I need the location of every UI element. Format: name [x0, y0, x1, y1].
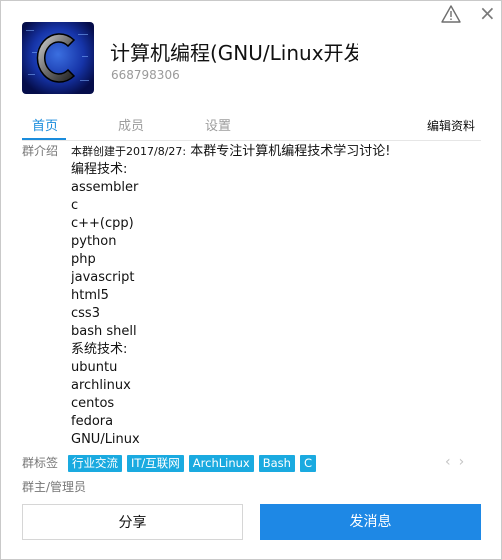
intro-line: html5 [71, 288, 109, 303]
tag-prev-icon[interactable]: ‹ [445, 454, 459, 470]
intro-line: c [71, 198, 79, 213]
tag-scroll-arrows: ‹› [445, 454, 472, 470]
close-icon[interactable]: × [479, 3, 496, 23]
group-tag[interactable]: Bash [258, 455, 295, 472]
intro-line: c++(cpp) [71, 216, 134, 231]
intro-label: 群介绍 [22, 144, 59, 158]
intro-line: centos [71, 396, 115, 411]
group-name: 计算机编程(GNU/Linux开发平台 [110, 41, 358, 65]
tag-list: 行业交流 IT/互联网 ArchLinux Bash C [68, 455, 316, 472]
admins-label: 群主/管理员 [22, 480, 87, 494]
intro-line: 编程技术: [71, 162, 128, 177]
intro-line: bash shell [71, 324, 137, 339]
active-tab-indicator [22, 138, 66, 140]
intro-line: javascript [71, 270, 135, 285]
tab-settings[interactable]: 设置 [205, 115, 231, 134]
intro-first-line: 本群创建于2017/8/27: 本群专注计算机编程技术学习讨论! [71, 143, 481, 161]
intro-line: php [71, 252, 96, 267]
intro-line: 系统技术: [71, 342, 128, 357]
group-introduction: 本群创建于2017/8/27: 本群专注计算机编程技术学习讨论! 编程技术: as… [71, 143, 481, 448]
tabs-divider [22, 140, 481, 141]
c-language-logo [22, 22, 94, 94]
tab-home[interactable]: 首页 [32, 115, 58, 134]
group-id: 668798306 [111, 68, 180, 82]
tags-label: 群标签 [22, 456, 59, 470]
group-tag[interactable]: ArchLinux [188, 455, 254, 472]
intro-line: python [71, 234, 117, 249]
intro-slogan: 本群专注计算机编程技术学习讨论! [190, 144, 391, 159]
send-message-button[interactable]: 发消息 [260, 504, 481, 540]
intro-line: assembler [71, 180, 139, 195]
group-tag[interactable]: IT/互联网 [127, 455, 184, 472]
group-tag[interactable]: 行业交流 [68, 455, 122, 472]
edit-profile-button[interactable]: 编辑资料 [427, 117, 475, 134]
group-tag[interactable]: C [299, 455, 316, 472]
tab-members[interactable]: 成员 [118, 115, 144, 134]
intro-line: GNU/Linux [71, 432, 140, 447]
share-button[interactable]: 分享 [22, 504, 243, 540]
group-avatar [22, 22, 94, 94]
intro-created: 本群创建于2017/8/27: [71, 145, 187, 158]
intro-line: ubuntu [71, 360, 118, 375]
intro-line: fedora [71, 414, 114, 429]
group-profile-window: × 计算机编程(GNU/Linux开发 668798306 首页 成员 设置 编… [0, 0, 502, 560]
tag-next-icon[interactable]: › [459, 454, 473, 470]
intro-line: archlinux [71, 378, 131, 393]
intro-line: css3 [71, 306, 100, 321]
warning-icon[interactable] [441, 5, 461, 23]
